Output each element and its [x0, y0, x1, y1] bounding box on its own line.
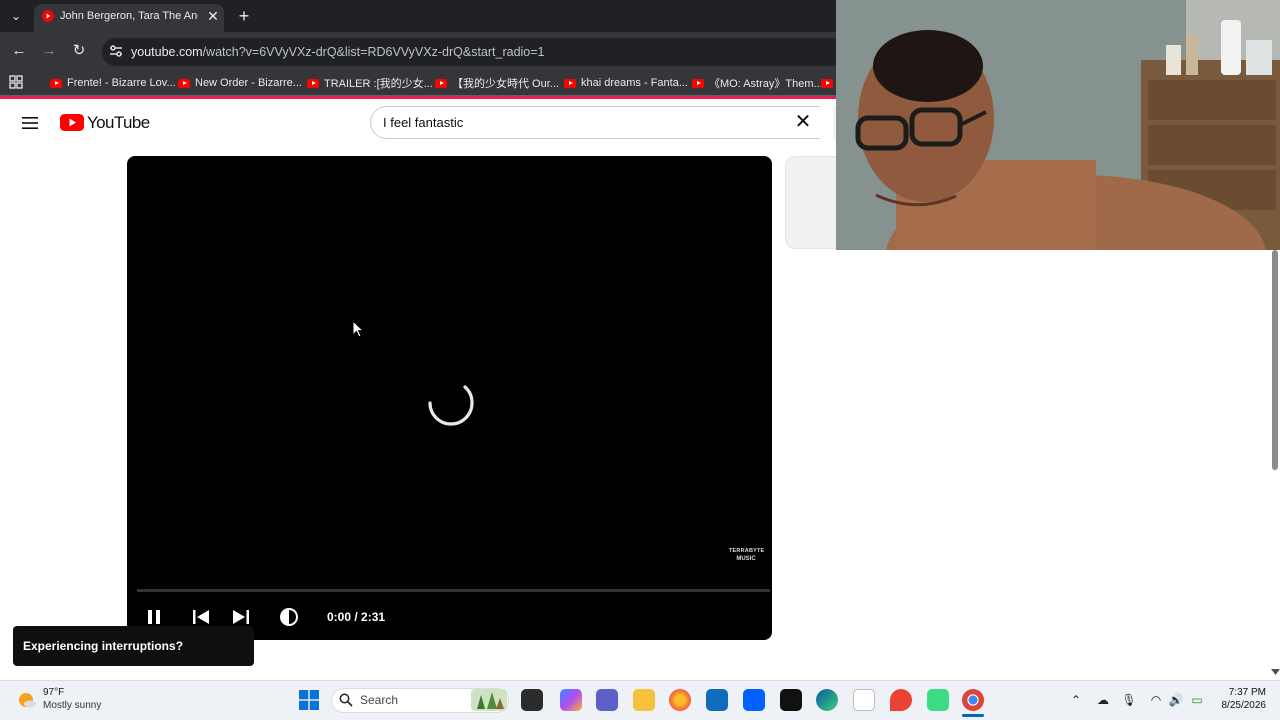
search-input[interactable] — [383, 112, 763, 132]
youtube-favicon-icon — [178, 78, 190, 88]
clock-date[interactable]: 8/25/2026 — [1210, 700, 1267, 712]
previous-track-icon[interactable] — [190, 606, 212, 628]
reload-icon[interactable]: ↻ — [67, 39, 91, 63]
side-panel-card[interactable] — [785, 156, 836, 249]
youtube-favicon-icon — [42, 10, 54, 22]
mouse-cursor-icon — [352, 320, 364, 338]
toast-message: Experiencing interruptions? — [23, 639, 184, 653]
windows-start-icon[interactable] — [299, 690, 319, 710]
sunny-weather-icon[interactable] — [17, 690, 37, 710]
youtube-favicon-icon — [692, 78, 704, 88]
url-text[interactable]: youtube.com/watch?v=6VVyVXz-drQ&list=RD6… — [131, 42, 731, 62]
bookmark-item[interactable]: New Order - Bizarre... — [178, 73, 302, 93]
weather-description[interactable]: Mostly sunny — [43, 700, 101, 712]
channel-watermark[interactable]: TERRABYTE MUSIC — [729, 548, 765, 566]
bookmark-item[interactable]: 《MO: Astray》Them... — [692, 73, 823, 93]
notion-icon[interactable] — [780, 689, 802, 711]
loading-spinner-icon — [428, 385, 474, 426]
speaker-icon[interactable]: 🔊 — [1168, 692, 1184, 708]
microphone-icon[interactable]: 🎙 — [1121, 692, 1137, 708]
chrome-icon[interactable] — [962, 689, 984, 711]
show-hidden-icons-chevron-icon[interactable]: ⌃ — [1068, 692, 1084, 708]
maps-icon[interactable] — [890, 689, 912, 711]
apps-grid-icon[interactable] — [9, 75, 23, 89]
mail-icon[interactable] — [706, 689, 728, 711]
bookmark-item[interactable] — [821, 73, 833, 93]
app-icon[interactable] — [521, 689, 543, 711]
search-icon — [339, 693, 353, 707]
youtube-logo-icon[interactable] — [60, 114, 84, 131]
url-host: youtube.com — [131, 45, 203, 59]
taskbar-search-label: Search — [360, 693, 399, 707]
progress-bar[interactable] — [137, 589, 770, 592]
webcam-overlay — [836, 0, 1280, 250]
active-app-indicator — [962, 714, 984, 717]
firefox-icon[interactable] — [669, 689, 691, 711]
menu-icon[interactable] — [20, 113, 40, 133]
bookmark-item[interactable]: TRAILER :[我的少女... — [307, 73, 433, 93]
clear-search-icon[interactable]: ✕ — [793, 112, 813, 132]
battery-icon[interactable]: ▭ — [1189, 692, 1205, 708]
volume-icon[interactable] — [278, 606, 300, 628]
watermark-line-1: TERRABYTE — [729, 548, 765, 554]
page-scrollbar-thumb[interactable] — [1272, 250, 1278, 470]
cloud-sync-off-icon[interactable]: ☁ — [1095, 692, 1111, 708]
dropbox-icon[interactable] — [743, 689, 765, 711]
bookmark-item[interactable]: 【我的少女時代 Our... — [435, 73, 559, 93]
android-icon[interactable] — [927, 689, 949, 711]
youtube-favicon-icon — [435, 78, 447, 88]
notepad-icon[interactable] — [853, 689, 875, 711]
time-display: 0:00 / 2:31 — [327, 610, 386, 624]
search-highlight-art-icon — [471, 689, 507, 711]
forward-arrow-icon[interactable]: → — [37, 39, 61, 63]
edge-icon[interactable] — [816, 689, 838, 711]
wifi-icon[interactable]: ◠ — [1148, 692, 1164, 708]
youtube-logo-text[interactable]: YouTube — [87, 113, 150, 133]
pause-icon[interactable] — [143, 606, 165, 628]
next-track-icon[interactable] — [230, 606, 252, 628]
weather-temperature[interactable]: 97°F — [43, 687, 64, 699]
site-settings-icon[interactable] — [108, 43, 124, 59]
bookmark-item[interactable]: khai dreams - Fanta... — [564, 73, 688, 93]
file-explorer-icon[interactable] — [633, 689, 655, 711]
copilot-icon[interactable] — [560, 689, 582, 711]
new-tab-icon[interactable]: + — [234, 6, 254, 26]
teams-icon[interactable] — [596, 689, 618, 711]
scroll-down-arrow-icon[interactable] — [1271, 668, 1280, 676]
back-arrow-icon[interactable]: ← — [7, 39, 31, 63]
bookmark-item[interactable]: Frente! - Bizarre Lov... — [50, 73, 176, 93]
url-path: /watch?v=6VVyVXz-drQ&list=RD6VVyVXz-drQ&… — [202, 45, 545, 59]
youtube-favicon-icon — [307, 78, 319, 88]
tab-search-chevron-icon[interactable]: ⌄ — [6, 6, 26, 26]
tab-title: John Bergeron, Tara The Andro — [60, 10, 198, 22]
tab-close-icon[interactable]: ✕ — [205, 8, 221, 24]
youtube-favicon-icon — [564, 78, 576, 88]
youtube-favicon-icon — [50, 78, 62, 88]
clock-time[interactable]: 7:37 PM — [1210, 687, 1266, 699]
watermark-line-2: MUSIC — [736, 556, 756, 562]
youtube-favicon-icon — [821, 78, 833, 88]
